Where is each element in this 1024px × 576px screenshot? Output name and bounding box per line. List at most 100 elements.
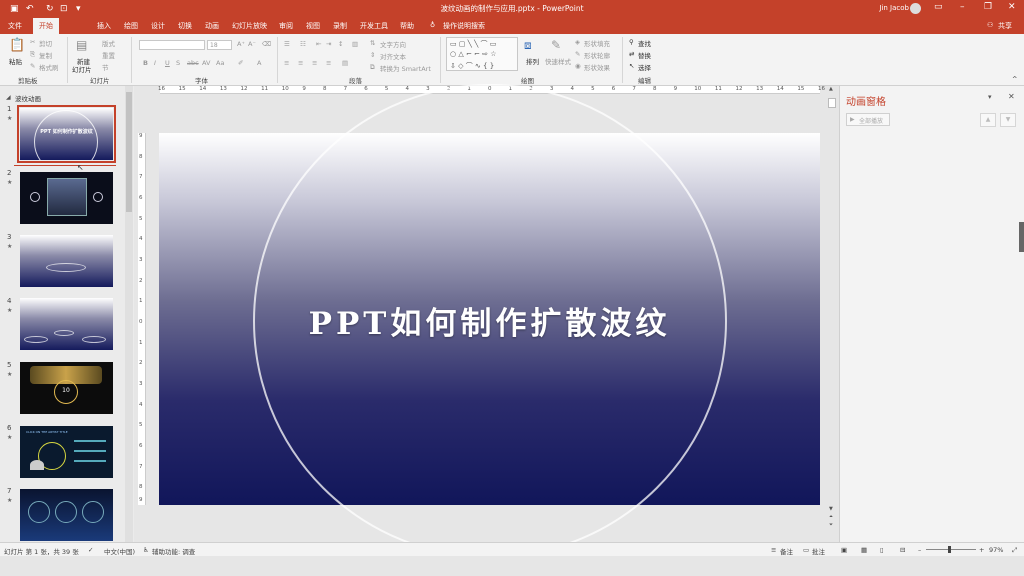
slide-thumbnail-1[interactable]: PPT 如何制作扩散波纹 — [17, 105, 116, 163]
bold-icon[interactable]: B — [143, 59, 148, 67]
replace-button[interactable]: 替换 — [638, 50, 651, 60]
underline-icon[interactable]: U — [165, 59, 170, 67]
reset-button[interactable]: 重置 — [102, 50, 115, 60]
brush-icon[interactable]: ✎ — [30, 62, 35, 70]
move-up-icon[interactable]: ▲ — [980, 113, 996, 127]
clear-format-icon[interactable]: ⌫ — [262, 40, 271, 48]
slide-thumbnail-3[interactable] — [20, 235, 113, 287]
ribbon-display-icon[interactable]: ▭ — [934, 2, 943, 12]
user-name[interactable]: Jin Jacob — [879, 4, 909, 12]
outline-icon[interactable]: ✎ — [575, 50, 580, 58]
normal-view-icon[interactable]: ▣ — [841, 546, 847, 554]
shape-fill-button[interactable]: 形状填充 — [584, 38, 610, 48]
align-left-icon[interactable]: ≡ — [284, 59, 289, 67]
minimize-icon[interactable]: – — [960, 2, 965, 12]
scissors-icon[interactable]: ✂ — [30, 38, 35, 46]
cut-button[interactable]: 剪切 — [39, 38, 52, 48]
highlight-icon[interactable]: ✐ — [238, 59, 243, 67]
columns-icon[interactable]: ▥ — [352, 40, 358, 48]
move-down-icon[interactable]: ▼ — [1000, 113, 1016, 127]
slide-thumbnail-5[interactable]: 10 — [20, 362, 113, 414]
smartart-button[interactable]: 转换为 SmartArt — [380, 63, 431, 73]
tab-draw[interactable]: 绘图 — [124, 21, 138, 31]
section-name[interactable]: 波纹动画 — [15, 93, 41, 103]
new-slide-button-line2[interactable]: 幻灯片 — [72, 64, 92, 74]
accessibility-status[interactable]: 辅助功能: 调查 — [152, 546, 195, 556]
quick-styles-button[interactable]: 快速样式 — [545, 56, 571, 66]
font-name-field[interactable] — [139, 40, 205, 50]
select-button[interactable]: 选择 — [638, 62, 651, 72]
zoom-level[interactable]: 97% — [989, 546, 1003, 554]
increase-font-icon[interactable]: A⁺ — [237, 40, 245, 48]
language-indicator[interactable]: 中文(中国) — [104, 546, 135, 556]
arrange-button[interactable]: 排列 — [526, 56, 539, 66]
comments-button[interactable]: 批注 — [812, 546, 825, 556]
justify-icon[interactable]: ≡ — [326, 59, 331, 67]
effects-icon[interactable]: ◉ — [575, 62, 581, 70]
quick-styles-icon[interactable]: ✎ — [551, 38, 561, 52]
restore-icon[interactable]: ❐ — [984, 2, 992, 12]
select-icon[interactable]: ↖ — [629, 62, 634, 70]
scroll-down-icon[interactable]: ▼ — [829, 506, 833, 512]
thumbnail-scrollbar[interactable] — [125, 86, 133, 542]
smartart-icon[interactable]: ⧉ — [370, 63, 375, 72]
zoom-out-icon[interactable]: – — [918, 546, 921, 554]
font-color-icon[interactable]: A — [257, 59, 261, 67]
shape-effects-button[interactable]: 形状效果 — [584, 62, 610, 72]
increase-indent-icon[interactable]: ⇥ — [326, 40, 331, 48]
tab-review[interactable]: 审阅 — [279, 21, 293, 31]
find-button[interactable]: 查找 — [638, 38, 651, 48]
tab-transitions[interactable]: 切换 — [178, 21, 192, 31]
comments-icon[interactable]: ▭ — [803, 546, 809, 554]
accessibility-icon[interactable]: ♿ — [143, 546, 149, 554]
tab-record[interactable]: 录制 — [333, 21, 347, 31]
line-spacing-icon[interactable]: ↕ — [338, 40, 343, 48]
format-painter-button[interactable]: 格式刷 — [39, 62, 59, 72]
replace-icon[interactable]: ⇄ — [629, 50, 634, 58]
align-right-icon[interactable]: ≡ — [312, 59, 317, 67]
decrease-indent-icon[interactable]: ⇤ — [316, 40, 321, 48]
paste-icon[interactable]: 📋 — [9, 38, 25, 53]
tab-design[interactable]: 设计 — [151, 21, 165, 31]
text-direction-button[interactable]: 文字方向 — [380, 39, 406, 49]
zoom-slider-thumb[interactable] — [948, 546, 951, 553]
align-center-icon[interactable]: ≡ — [298, 59, 303, 67]
shapes-gallery[interactable]: ▭ ▢ ╲ ╲ ⌒ ▭ ○ △ ⌐ ⌐ ⇨ ☆ ⇩ ◇ ⌒ ∿ { } — [446, 37, 518, 71]
tab-insert[interactable]: 插入 — [97, 21, 111, 31]
tab-help[interactable]: 帮助 — [400, 21, 414, 31]
tab-animations[interactable]: 动画 — [205, 21, 219, 31]
section-collapse-icon[interactable]: ◢ — [6, 94, 11, 101]
copy-icon[interactable]: ⎘ — [30, 50, 35, 59]
pane-edge-handle[interactable] — [1019, 222, 1024, 252]
tab-file[interactable]: 文件 — [8, 21, 22, 31]
tab-home[interactable]: 开始 — [33, 18, 59, 34]
slide-sorter-icon[interactable]: ▦ — [861, 546, 867, 554]
tell-me-search[interactable]: 操作说明搜索 — [443, 21, 485, 31]
slideshow-view-icon[interactable]: ⊟ — [900, 546, 905, 554]
italic-icon[interactable]: I — [154, 59, 156, 67]
section-button[interactable]: 节 — [102, 62, 109, 72]
new-slide-icon[interactable]: ▤ — [76, 38, 87, 52]
bullets-icon[interactable]: ☰ — [284, 40, 290, 48]
font-size-field[interactable]: 18 — [207, 40, 232, 50]
notes-button[interactable]: 备注 — [780, 546, 793, 556]
tab-slideshow[interactable]: 幻灯片放映 — [232, 21, 267, 31]
spellcheck-icon[interactable]: ✓ — [88, 546, 93, 554]
play-all-button[interactable]: ▶ 全部播放 — [846, 113, 890, 126]
search-icon[interactable]: ⚲ — [629, 38, 634, 46]
next-slide-icon[interactable]: ⏷ — [829, 522, 833, 528]
arrange-icon[interactable]: ⧈ — [524, 38, 532, 53]
prev-slide-icon[interactable]: ⏶ — [829, 514, 833, 520]
share-button[interactable]: 共享 — [998, 21, 1012, 31]
shadow-icon[interactable]: S — [176, 59, 180, 67]
slide-thumbnail-6[interactable]: CLICK ON THE ARTIST TITLE — [20, 426, 113, 478]
pane-options-icon[interactable]: ▾ — [988, 93, 992, 101]
close-pane-icon[interactable]: ✕ — [1008, 92, 1015, 101]
slide-thumbnail-7[interactable] — [20, 489, 113, 541]
text-direction-icon[interactable]: ⇅ — [370, 39, 375, 47]
scroll-up-icon[interactable]: ▲ — [829, 86, 833, 92]
tab-developer[interactable]: 开发工具 — [360, 21, 388, 31]
zoom-in-icon[interactable]: + — [979, 546, 984, 554]
char-spacing-icon[interactable]: AV — [202, 59, 210, 67]
fit-to-window-icon[interactable]: ⤢ — [1012, 546, 1017, 555]
